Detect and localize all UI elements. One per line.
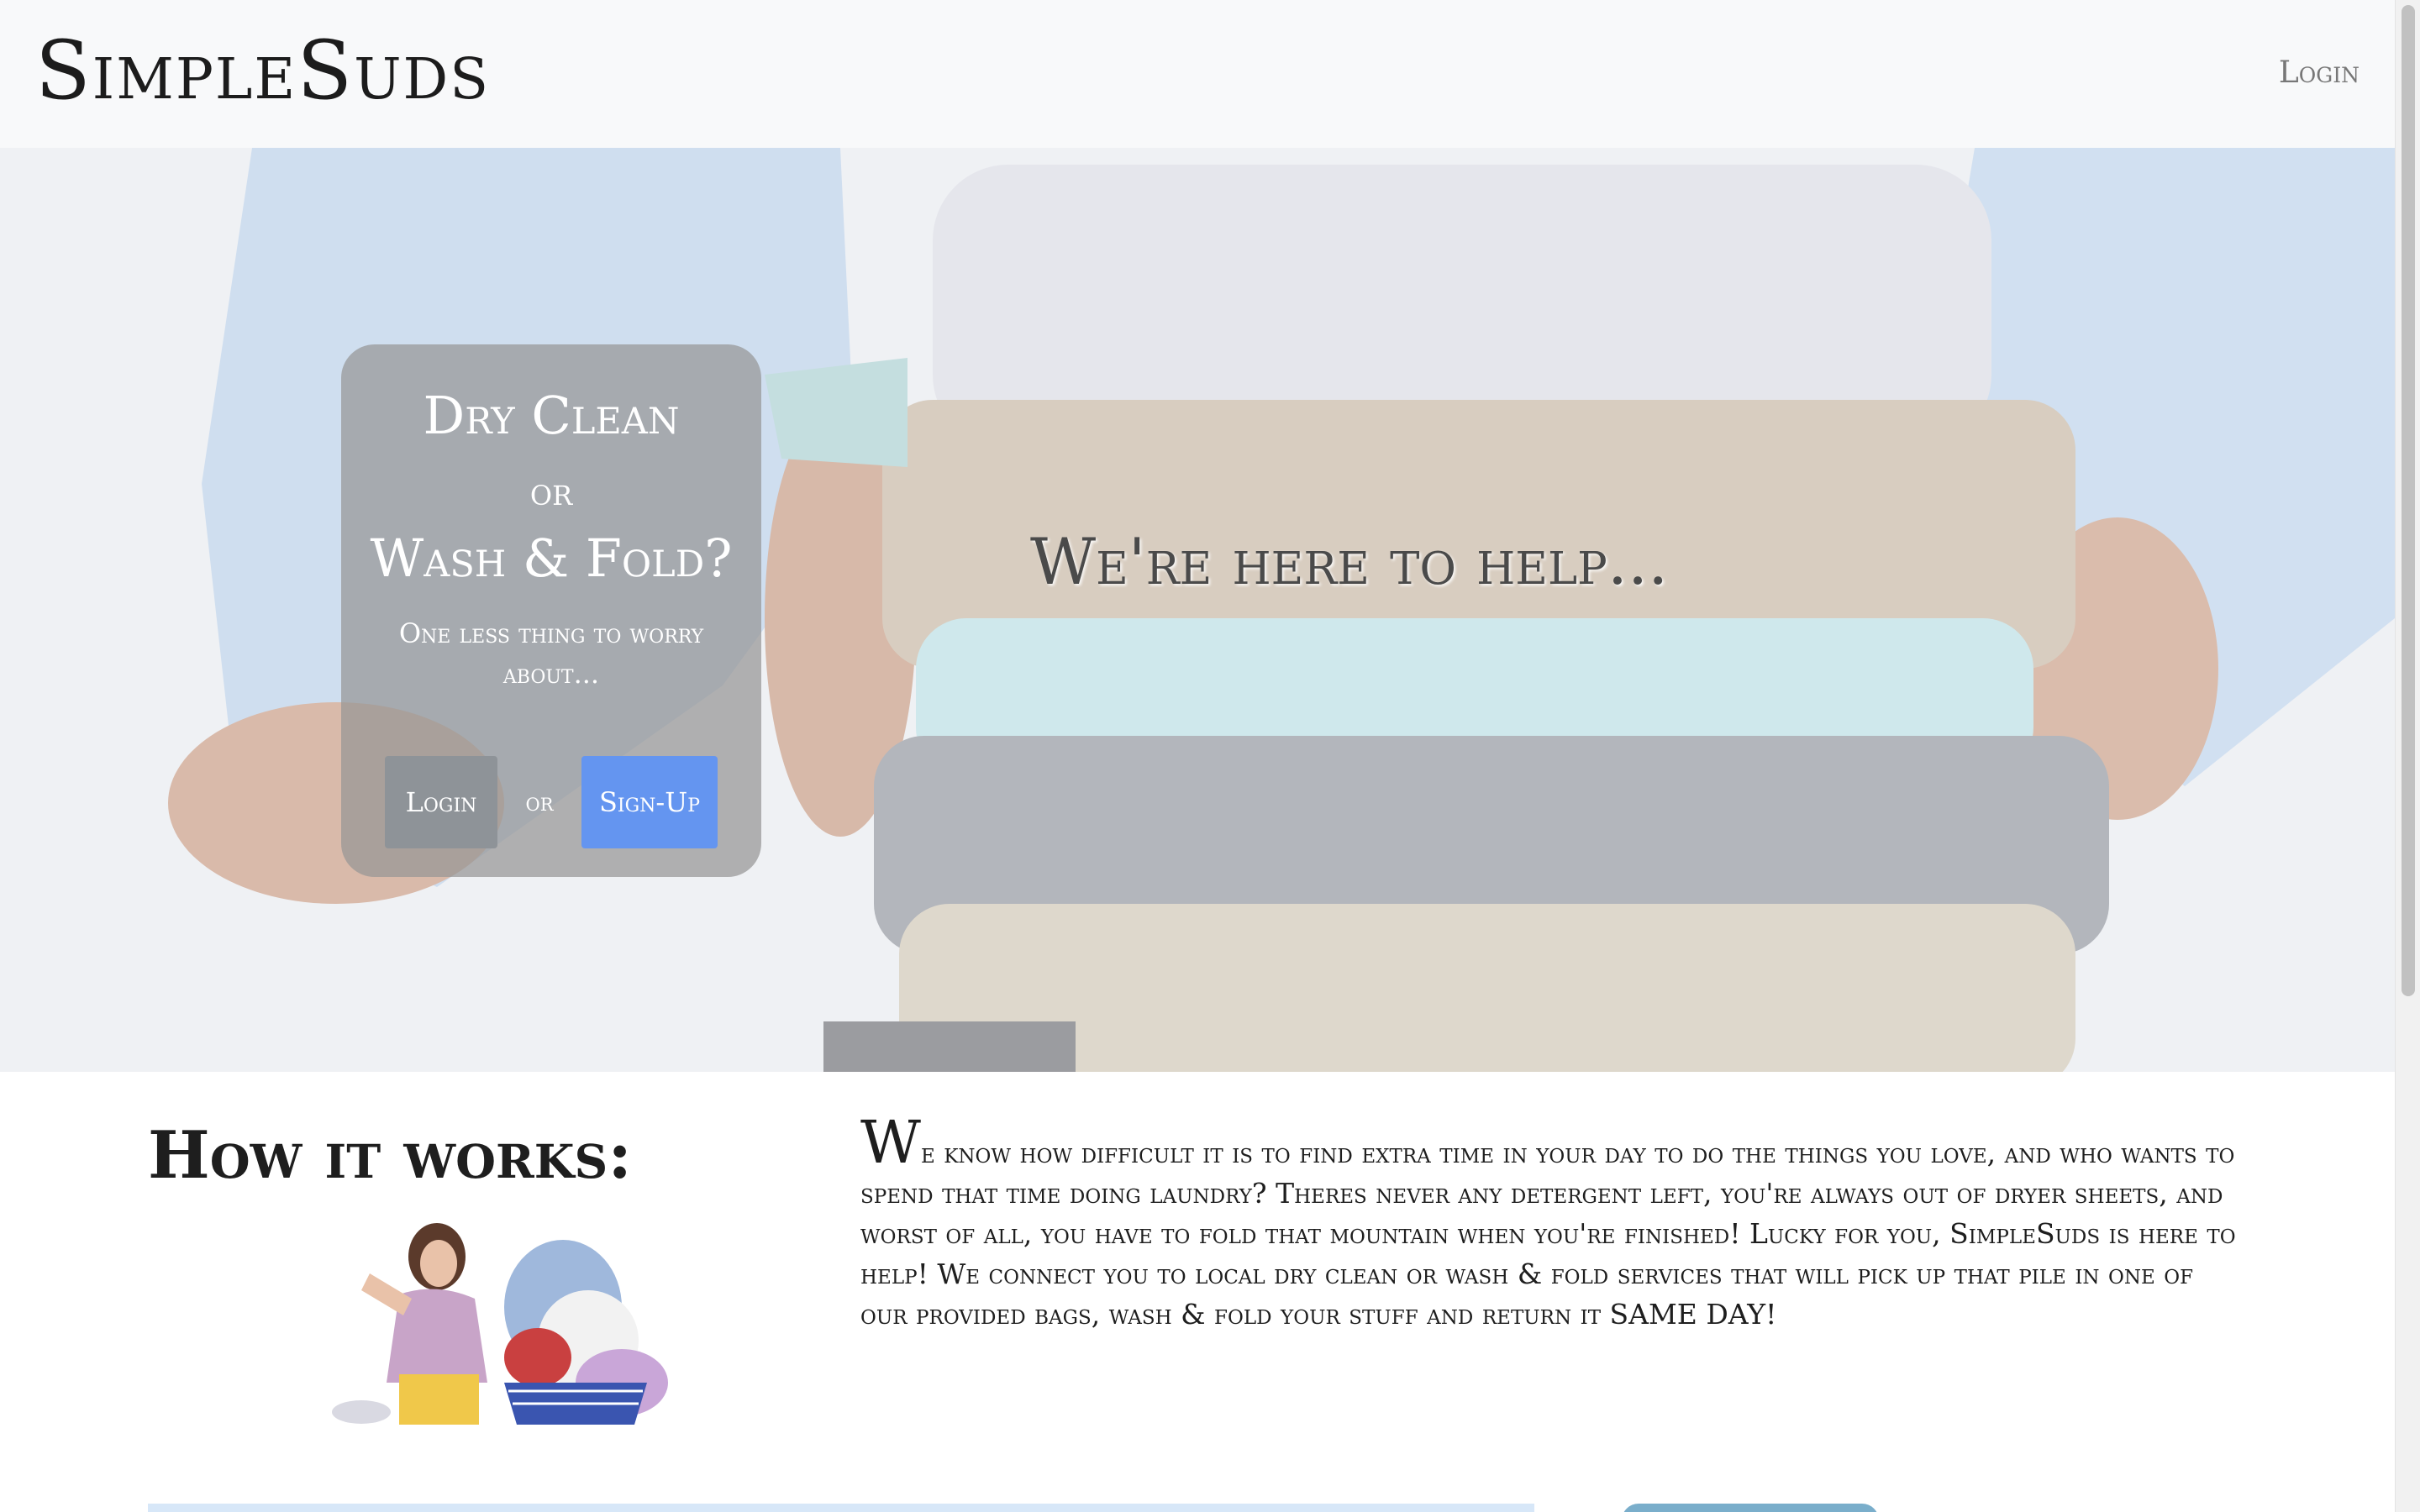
woman-laundry-illustration xyxy=(332,1223,668,1425)
card-login-button[interactable]: Login xyxy=(385,756,497,848)
how-body-end: ! xyxy=(1765,1298,1777,1331)
page: SimpleSuds Login Dry Clean or Wash & Fol… xyxy=(0,0,2420,1512)
hero-tagline: We're here to help... xyxy=(1030,524,1669,599)
bottom-input-bar xyxy=(148,1504,1534,1512)
how-dropcap: W xyxy=(860,1108,921,1177)
bottom-button-partial[interactable] xyxy=(1622,1504,1879,1512)
brand-logo[interactable]: SimpleSuds xyxy=(35,30,490,111)
hero-section: Dry Clean or Wash & Fold? One less thing… xyxy=(0,148,2395,1072)
how-body: e know how difficult it is to find extra… xyxy=(860,1137,2236,1331)
card-heading-dry-clean: Dry Clean xyxy=(423,385,680,446)
how-it-works-heading: How it works: xyxy=(148,1117,633,1194)
nav-login-link[interactable]: Login xyxy=(2279,55,2360,90)
card-signup-button[interactable]: Sign-Up xyxy=(581,756,718,848)
card-heading-wash-fold: Wash & Fold? xyxy=(370,528,733,589)
navbar: SimpleSuds Login xyxy=(0,0,2395,148)
hero-card: Dry Clean or Wash & Fold? One less thing… xyxy=(341,344,761,877)
card-buttons-or: or xyxy=(525,788,554,817)
how-body-emphasis: SAME DAY xyxy=(1609,1298,1766,1331)
card-heading-or: or xyxy=(529,469,573,514)
scrollbar[interactable] xyxy=(2395,0,2420,1512)
how-it-works-text: We know how difficult it is to find extr… xyxy=(860,1113,2238,1335)
scrollbar-thumb[interactable] xyxy=(2402,5,2415,996)
card-subtitle: One less thing to worry about... xyxy=(398,617,704,690)
